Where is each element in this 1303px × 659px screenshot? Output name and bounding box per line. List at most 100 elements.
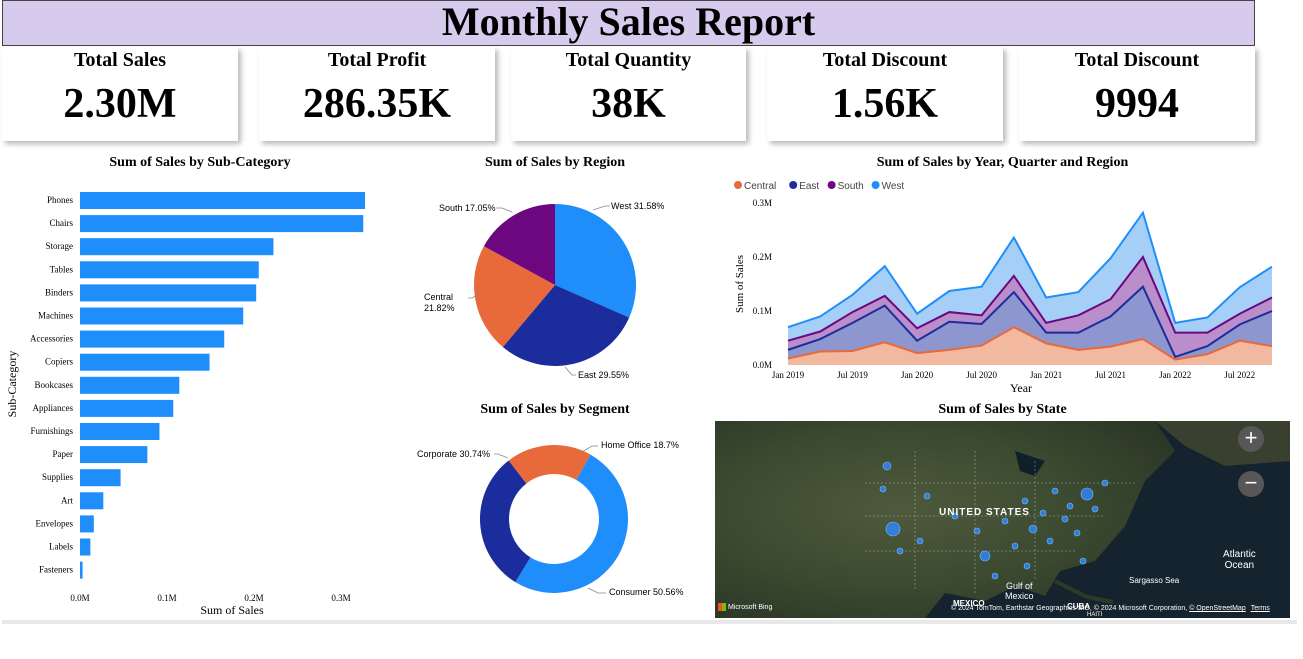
legend-label: West (882, 181, 905, 192)
bar[interactable] (80, 538, 91, 556)
state-bubble[interactable] (991, 572, 999, 580)
report-title: Monthly Sales Report (441, 0, 816, 44)
kpi-value: 1.56K (831, 81, 939, 127)
y-axis-label: Sum of Sales (734, 255, 746, 313)
state-bubble[interactable] (1079, 557, 1087, 565)
bar[interactable] (80, 261, 259, 279)
state-bubble[interactable] (1023, 562, 1031, 570)
state-bubble[interactable] (1051, 487, 1059, 495)
bar[interactable] (80, 353, 210, 371)
kpi-card-total-profit[interactable]: Total Profit 286.35K (259, 47, 495, 141)
map-attribution: © 2024 TomTom, Earthstar Geographics SIO… (951, 605, 1270, 612)
map-label-sea: Sargasso Sea (1129, 576, 1180, 585)
kpi-card-total-quantity[interactable]: Total Quantity 38K (511, 47, 746, 141)
bar-category-label: Chairs (50, 218, 74, 228)
bar[interactable] (80, 469, 121, 487)
state-bubble[interactable] (979, 550, 991, 562)
bar[interactable] (80, 446, 148, 464)
state-bubble[interactable] (1066, 502, 1074, 510)
bar-category-label: Machines (38, 311, 73, 321)
map-label-gulf: Gulf of Mexico (1005, 581, 1034, 601)
bar[interactable] (80, 515, 94, 533)
bar-category-label: Furnishings (30, 426, 73, 436)
openstreetmap-link[interactable]: © OpenStreetMap (1189, 605, 1246, 612)
donut-label: Corporate 30.74% (417, 449, 490, 459)
map-label-country: UNITED STATES (939, 507, 1030, 518)
bar-category-label: Copiers (45, 357, 73, 367)
state-bubble[interactable] (1039, 509, 1047, 517)
bar-category-label: Art (61, 495, 73, 505)
bar-category-label: Appliances (33, 403, 74, 413)
state-bubble[interactable] (916, 537, 924, 545)
sales-by-subcategory-chart[interactable]: Phones Chairs Storage Tables Binders Machines… (0, 172, 400, 620)
state-bubble[interactable] (896, 547, 904, 555)
x-tick-label: Jan 2020 (901, 370, 934, 380)
kpi-card-total-sales[interactable]: Total Sales 2.30M (2, 47, 238, 141)
bar[interactable] (80, 423, 160, 440)
state-bubble[interactable] (885, 521, 901, 537)
state-bubble[interactable] (1080, 487, 1094, 501)
bing-logo-icon (718, 603, 726, 611)
bar[interactable] (80, 399, 174, 417)
bing-logo-text: Microsoft Bing (728, 603, 773, 611)
pie-leader-line (564, 366, 576, 376)
legend-label: South (838, 181, 864, 192)
sales-by-state-map[interactable]: + − UNITED STATES Gulf of Mexico Atlanti… (715, 421, 1290, 618)
bar[interactable] (80, 215, 364, 233)
pie-leader-line (592, 205, 610, 211)
zoom-in-button[interactable]: + (1238, 426, 1264, 452)
microsoft-bing-logo: Microsoft Bing (718, 603, 772, 611)
bar[interactable] (80, 330, 225, 348)
sales-by-segment-chart[interactable]: Consumer 50.56% Corporate 30.74% Home Offi… (400, 420, 710, 620)
bar[interactable] (80, 238, 274, 256)
pie-label: West 31.58% (611, 201, 664, 211)
state-bubble[interactable] (1028, 524, 1038, 534)
state-bubble[interactable] (1021, 497, 1029, 505)
bar[interactable] (80, 492, 104, 510)
bar[interactable] (80, 561, 83, 579)
pie-leader-line (496, 207, 513, 213)
sales-by-region-chart[interactable]: West 31.58% East 29.55% Central21.82% South… (400, 172, 710, 392)
state-bubble[interactable] (973, 527, 981, 535)
kpi-card-total-discount[interactable]: Total Discount 1.56K (767, 47, 1003, 141)
pie-label: South 17.05% (439, 203, 496, 213)
bar-category-label: Accessories (30, 334, 73, 344)
map-label-haiti: HAITI (1087, 612, 1103, 618)
sales-by-year-region-chart[interactable]: Central East South West 0.0M 0.1M 0.2M 0.3M Sum … (715, 172, 1290, 400)
bar-category-label: Paper (53, 449, 74, 459)
kpi-value: 9994 (1095, 81, 1179, 127)
x-axis-label: Sum of Sales (200, 603, 264, 617)
x-tick-label: 0.1M (157, 593, 176, 603)
state-bubble[interactable] (1073, 529, 1081, 537)
bar-category-label: Envelopes (36, 518, 74, 528)
bar-category-label: Bookcases (35, 380, 74, 390)
state-bubble[interactable] (1101, 479, 1109, 487)
kpi-value: 2.30M (63, 81, 177, 127)
state-bubble[interactable] (879, 485, 887, 493)
y-tick-label: 0.2M (753, 252, 772, 262)
zoom-out-button[interactable]: − (1238, 471, 1264, 497)
x-tick-label: 0.0M (70, 593, 89, 603)
bar-category-label: Binders (45, 287, 73, 297)
state-bubble[interactable] (1001, 517, 1009, 525)
state-bubble[interactable] (1061, 515, 1069, 523)
area-chart-title: Sum of Sales by Year, Quarter and Region (876, 155, 1129, 170)
kpi-card-total-orders[interactable]: Total Discount 9994 (1019, 47, 1255, 141)
terms-link[interactable]: Terms (1251, 605, 1270, 612)
state-bubble[interactable] (923, 492, 931, 500)
donut-leader-line (581, 445, 598, 453)
state-bubble[interactable] (1091, 505, 1099, 513)
state-bubble[interactable] (1011, 542, 1019, 550)
bar[interactable] (80, 376, 180, 394)
y-tick-label: 0.3M (753, 198, 772, 208)
bar[interactable] (80, 307, 244, 325)
state-bubble[interactable] (882, 461, 892, 471)
legend-label: East (799, 181, 819, 192)
bar-category-label: Fasteners (39, 565, 73, 575)
kpi-label: Total Sales (73, 49, 167, 71)
legend-marker (789, 181, 798, 189)
bar[interactable] (80, 284, 257, 302)
state-bubble[interactable] (1046, 537, 1054, 545)
kpi-label: Total Profit (327, 49, 427, 71)
bar[interactable] (80, 192, 365, 209)
